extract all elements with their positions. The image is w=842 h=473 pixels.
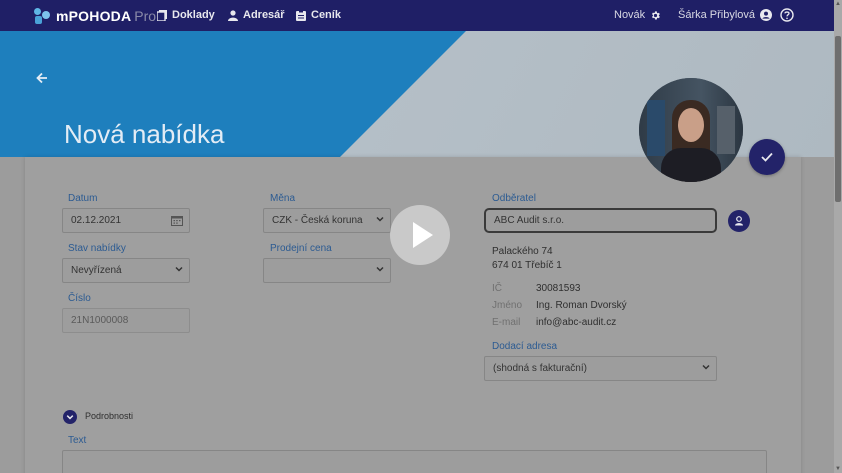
presenter-video — [639, 78, 743, 182]
datum-field[interactable]: 02.12.2021 — [62, 208, 190, 233]
nav-item-label: Adresář — [243, 9, 285, 21]
nav-item-label: Doklady — [172, 9, 215, 21]
scroll-up-icon[interactable]: ▲ — [834, 0, 842, 8]
chevron-down-icon — [66, 415, 74, 420]
offer-form-card: Datum 02.12.2021 Stav nabídky Nevyřízená… — [25, 157, 801, 473]
page-title: Nová nabídka — [64, 119, 225, 149]
documents-icon — [157, 9, 167, 21]
company-name: Novák — [614, 9, 646, 21]
user-name: Šárka Přibylová — [678, 9, 756, 21]
person-icon — [228, 9, 238, 21]
company-switcher[interactable]: Novák — [614, 9, 666, 21]
back-arrow-icon[interactable] — [36, 71, 48, 89]
chevron-down-icon — [175, 265, 183, 275]
address-line-1: Palackého 74 — [492, 246, 553, 257]
nav-item-adresar[interactable]: Adresář — [228, 9, 285, 21]
email-label: E-mail — [492, 317, 521, 328]
scroll-down-icon[interactable]: ▼ — [834, 465, 842, 473]
prodejni-cena-label: Prodejní cena — [270, 243, 332, 254]
cislo-field[interactable]: 21N1000008 — [62, 308, 190, 333]
clipboard-icon — [296, 9, 306, 21]
save-button[interactable] — [749, 139, 785, 175]
cislo-label: Číslo — [68, 293, 91, 304]
stav-label: Stav nabídky — [68, 243, 126, 254]
podrobnosti-toggle[interactable] — [63, 410, 77, 424]
dodaci-adresa-value: (shodná s fakturační) — [493, 363, 587, 374]
scrollbar-thumb[interactable] — [835, 36, 841, 202]
datum-value: 02.12.2021 — [71, 215, 122, 226]
brand-logo[interactable]: mPOHODA Pro — [34, 7, 157, 24]
odberatel-field[interactable]: ABC Audit s.r.o. — [484, 208, 717, 233]
chevron-down-icon — [376, 265, 384, 275]
text-label: Text — [68, 435, 87, 446]
chevron-down-icon — [376, 215, 384, 225]
pohoda-logo-icon — [34, 7, 50, 24]
dodaci-adresa-label: Dodací adresa — [492, 341, 558, 352]
jmeno-value: Ing. Roman Dvorský — [536, 300, 627, 311]
help-button[interactable] — [780, 8, 794, 27]
account-circle-icon — [760, 9, 773, 21]
text-area[interactable] — [62, 450, 767, 473]
odberatel-value: ABC Audit s.r.o. — [494, 215, 565, 226]
gear-icon — [652, 10, 661, 19]
podrobnosti-label: Podrobnosti — [85, 411, 134, 421]
help-icon — [780, 8, 794, 22]
stav-value: Nevyřízená — [71, 265, 122, 276]
brand-suffix: Pro — [134, 7, 157, 24]
dodaci-adresa-select[interactable]: (shodná s fakturační) — [484, 356, 717, 381]
mena-label: Měna — [270, 193, 296, 204]
nav-item-label: Ceník — [311, 9, 341, 21]
odberatel-label: Odběratel — [492, 193, 536, 204]
mena-value: CZK - Česká koruna — [272, 215, 363, 226]
select-contact-button[interactable] — [728, 210, 750, 232]
check-icon — [761, 152, 773, 162]
play-button[interactable] — [390, 205, 450, 265]
vertical-scrollbar[interactable]: ▲ ▼ — [834, 0, 842, 473]
mena-select[interactable]: CZK - Česká koruna — [263, 208, 391, 233]
address-line-2: 674 01 Třebíč 1 — [492, 260, 562, 271]
stav-select[interactable]: Nevyřízená — [62, 258, 190, 283]
person-icon — [735, 216, 743, 226]
nav-item-doklady[interactable]: Doklady — [157, 9, 215, 21]
jmeno-label: Jméno — [492, 300, 523, 311]
user-menu[interactable]: Šárka Přibylová — [678, 9, 777, 21]
brand-name: mPOHODA — [56, 7, 132, 24]
ic-label: IČ — [492, 283, 502, 294]
top-navigation-bar: mPOHODA Pro Doklady Adresář Ceník Novák … — [0, 0, 834, 31]
email-value: info@abc-audit.cz — [536, 317, 617, 328]
calendar-icon[interactable] — [171, 215, 183, 228]
ic-value: 30081593 — [536, 283, 581, 294]
nav-item-cenik[interactable]: Ceník — [296, 9, 341, 21]
prodejni-cena-select[interactable] — [263, 258, 391, 283]
cislo-value: 21N1000008 — [71, 315, 129, 326]
chevron-down-icon — [702, 363, 710, 373]
datum-label: Datum — [68, 193, 98, 204]
